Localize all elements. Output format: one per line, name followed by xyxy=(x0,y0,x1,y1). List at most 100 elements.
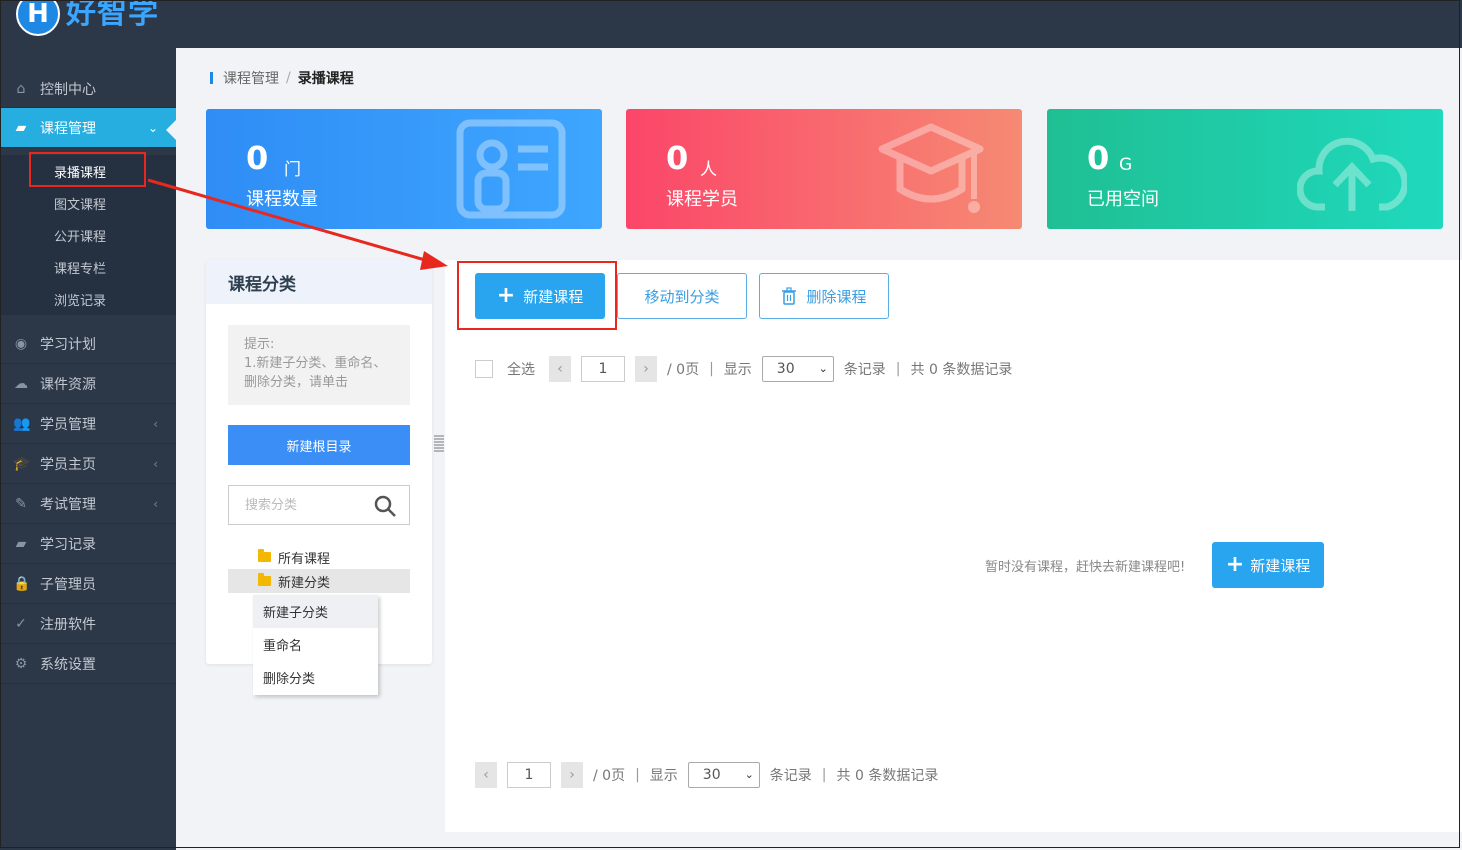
tree-item-all-courses[interactable]: 所有课程 xyxy=(228,545,410,569)
chevron-down-icon: ⌄ xyxy=(147,120,158,135)
app-name: 好智学 xyxy=(66,0,159,31)
chevron-down-icon: ⌄ xyxy=(818,362,828,375)
sidebar-item-label: 学员主页 xyxy=(40,456,96,473)
prev-page-button[interactable]: ‹ xyxy=(549,356,571,382)
panel-resize-handle[interactable] xyxy=(434,434,444,452)
stat-value: 0 xyxy=(1087,139,1110,177)
sidebar-item-label: 考试管理 xyxy=(40,496,96,513)
sidebar-item-label: 课件资源 xyxy=(40,376,96,393)
logo-mark: H xyxy=(16,0,60,36)
stat-card-course-students: 0 人 课程学员 xyxy=(626,109,1022,229)
page-size-value: 30 xyxy=(776,361,795,377)
tree-item-label: 所有课程 xyxy=(278,551,331,567)
tree-item-new-category[interactable]: 新建分类 xyxy=(228,569,410,593)
chevron-left-icon: ‹ xyxy=(153,416,158,431)
graduation-cap-icon xyxy=(878,123,984,213)
trash-icon xyxy=(782,287,797,305)
active-indicator xyxy=(166,120,176,140)
sidebar-item-course-management[interactable]: ▰ 课程管理 ⌄ xyxy=(0,108,176,148)
category-panel-title: 课程分类 xyxy=(206,260,432,304)
delete-course-button[interactable]: 删除课程 xyxy=(759,273,889,319)
id-card-icon xyxy=(456,119,566,219)
annotation-highlight-recorded-courses xyxy=(29,152,146,187)
sidebar-item-exam-management[interactable]: ✎ 考试管理 ‹ xyxy=(0,484,176,524)
sidebar-item-student-management[interactable]: 👥 学员管理 ‹ xyxy=(0,404,176,444)
page-size-value: 30 xyxy=(702,767,721,783)
cloud-upload-icon xyxy=(1297,137,1407,211)
sidebar-item-label: 学习计划 xyxy=(40,336,96,353)
breadcrumb-current: 录播课程 xyxy=(297,71,354,87)
menu-item-new-subcategory[interactable]: 新建子分类 xyxy=(253,595,378,628)
home-icon: ⌂ xyxy=(16,80,26,97)
sidebar-sub-graphic-courses[interactable]: 图文课程 xyxy=(0,187,176,219)
cloud-upload-icon: ☁ xyxy=(14,375,28,392)
chevron-left-icon: ‹ xyxy=(153,456,158,471)
pager-bottom: ‹ 1 › / 0页 | 显示 30 ⌄ 条记录 | 共 0 条数据记录 xyxy=(475,762,938,788)
sidebar-item-label: 学员管理 xyxy=(40,416,96,433)
stat-unit: G xyxy=(1119,155,1133,175)
sidebar-item-register-software[interactable]: ✓ 注册软件 xyxy=(0,604,176,644)
menu-item-delete-category[interactable]: 删除分类 xyxy=(253,661,378,694)
button-label: 新建课程 xyxy=(1250,556,1311,575)
pager-divider: | xyxy=(709,361,714,377)
pen-icon: ✎ xyxy=(15,495,27,512)
sidebar-item-sub-admins[interactable]: 🔒 子管理员 xyxy=(0,564,176,604)
check-circle-icon: ✓ xyxy=(15,615,27,632)
breadcrumb-parent[interactable]: 课程管理 xyxy=(223,68,279,88)
stat-value: 0 xyxy=(666,139,689,177)
button-label: 删除课程 xyxy=(806,287,867,306)
next-page-button[interactable]: › xyxy=(635,356,657,382)
new-root-category-button[interactable]: 新建根目录 xyxy=(228,425,410,465)
total-pages: / 0页 xyxy=(593,768,626,784)
sidebar-item-dashboard[interactable]: ⌂ 控制中心 xyxy=(0,70,176,108)
menu-item-rename[interactable]: 重命名 xyxy=(253,628,378,661)
chevron-down-icon: ⌄ xyxy=(744,768,754,781)
pager-top: 全选 ‹ 1 › / 0页 | 显示 30 ⌄ 条记录 | 共 0 条数据记录 xyxy=(475,356,1012,382)
sidebar-sub-public-courses[interactable]: 公开课程 xyxy=(0,219,176,251)
breadcrumb: 课程管理 / 录播课程 xyxy=(210,68,354,88)
sidebar-item-label: 课程管理 xyxy=(40,120,96,137)
sidebar-item-student-home[interactable]: 🎓 学员主页 ‹ xyxy=(0,444,176,484)
stat-label: 已用空间 xyxy=(1087,189,1159,210)
stat-card-course-count: 0 门 课程数量 xyxy=(206,109,602,229)
empty-new-course-button[interactable]: + 新建课程 xyxy=(1212,542,1324,588)
sidebar-item-study-plan[interactable]: ◉ 学习计划 xyxy=(0,324,176,364)
category-search xyxy=(228,485,410,525)
sidebar-item-study-records[interactable]: ▰ 学习记录 xyxy=(0,524,176,564)
page-input[interactable]: 1 xyxy=(581,356,625,382)
tree-item-label: 新建分类 xyxy=(278,575,331,591)
page-input[interactable]: 1 xyxy=(507,762,551,788)
category-search-input[interactable] xyxy=(243,496,377,514)
app-logo[interactable]: H 好智学 xyxy=(16,0,159,44)
book-icon: ▰ xyxy=(15,535,27,552)
hint-body: 1.新建子分类、重命名、删除分类，请单击 xyxy=(244,356,387,390)
book-icon: ▰ xyxy=(15,119,27,136)
select-all-checkbox[interactable] xyxy=(475,360,493,378)
sidebar-item-label: 子管理员 xyxy=(40,576,96,593)
pager-divider: | xyxy=(895,361,901,377)
select-all-label: 全选 xyxy=(507,362,535,378)
stat-label: 课程数量 xyxy=(246,189,318,210)
users-icon: 👥 xyxy=(13,415,31,432)
page-size-select[interactable]: 30 ⌄ xyxy=(761,356,834,382)
show-label: 显示 xyxy=(723,362,752,378)
sidebar-item-label: 学习记录 xyxy=(40,536,96,553)
page-size-select[interactable]: 30 ⌄ xyxy=(687,762,760,788)
breadcrumb-separator: / xyxy=(286,70,291,86)
sidebar-sub-browse-history[interactable]: 浏览记录 xyxy=(0,283,176,315)
sidebar-item-system-settings[interactable]: ⚙ 系统设置 xyxy=(0,644,176,684)
search-icon[interactable] xyxy=(373,494,397,518)
sidebar-sub-course-columns[interactable]: 课程专栏 xyxy=(0,251,176,283)
empty-state-message: 暂时没有课程，赶快去新建课程吧! xyxy=(985,560,1186,575)
top-bar: H 好智学 xyxy=(0,0,1462,48)
folder-icon xyxy=(258,573,271,586)
hint-title: 提示: xyxy=(244,337,275,352)
prev-page-button[interactable]: ‹ xyxy=(475,762,497,788)
move-to-category-button[interactable]: 移动到分类 xyxy=(617,273,747,319)
stat-value: 0 xyxy=(246,139,269,177)
category-hint: 提示: 1.新建子分类、重命名、删除分类，请单击 xyxy=(228,325,410,405)
sidebar-item-courseware[interactable]: ☁ 课件资源 xyxy=(0,364,176,404)
next-page-button[interactable]: › xyxy=(561,762,583,788)
stat-unit: 门 xyxy=(284,160,301,180)
pager-divider: | xyxy=(635,767,640,783)
